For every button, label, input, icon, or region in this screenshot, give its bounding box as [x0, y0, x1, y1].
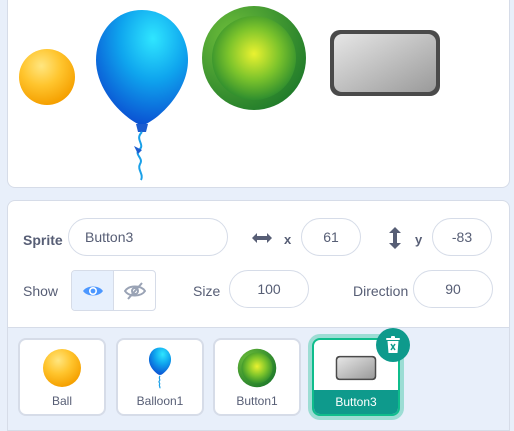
- x-arrows-icon: [252, 233, 272, 243]
- sprite-tile-label: Button3: [314, 390, 398, 414]
- direction-value: 90: [445, 281, 461, 297]
- delete-sprite-button[interactable]: [376, 328, 410, 362]
- ball-sprite[interactable]: [18, 48, 76, 106]
- size-label: Size: [193, 283, 221, 299]
- green-button-icon: [237, 348, 277, 388]
- y-input[interactable]: -83: [432, 218, 492, 256]
- balloon-sprite[interactable]: [94, 8, 190, 183]
- size-value: 100: [257, 281, 281, 297]
- size-input[interactable]: 100: [229, 270, 309, 308]
- sprite-tile-label: Ball: [51, 394, 72, 408]
- gray-button-icon: [335, 355, 377, 381]
- eye-icon: [82, 286, 103, 295]
- y-value: -83: [451, 229, 473, 245]
- sprite-info-panel: Sprite Button3 x 61 y -83 Show Size 100 …: [7, 200, 510, 328]
- sprite-tile-balloon1[interactable]: Balloon1: [116, 338, 204, 416]
- direction-input[interactable]: 90: [413, 270, 493, 308]
- sprite-name-value: Button3: [85, 229, 134, 245]
- gray-button-sprite[interactable]: [328, 28, 442, 98]
- show-label: Show: [23, 283, 59, 299]
- stage[interactable]: [7, 0, 510, 188]
- direction-label: Direction: [353, 283, 409, 299]
- y-label: y: [415, 232, 423, 247]
- x-label: x: [284, 232, 292, 247]
- show-toggle-group: [71, 270, 156, 311]
- sprite-list: Ball Balloon1 Button1 Button3: [7, 327, 510, 431]
- sprite-tile-button1[interactable]: Button1: [213, 338, 301, 416]
- sprite-tile-label: Button1: [236, 394, 278, 408]
- balloon-icon: [148, 347, 172, 389]
- green-button-sprite[interactable]: [200, 4, 308, 112]
- y-arrows-icon: [389, 227, 401, 249]
- x-value: 61: [323, 229, 339, 245]
- sprite-name-field[interactable]: Button3: [68, 218, 228, 256]
- show-visible-button[interactable]: [72, 271, 114, 310]
- sprite-tile-label: Balloon1: [136, 394, 184, 408]
- trash-icon: [386, 336, 400, 353]
- ball-icon: [43, 349, 81, 387]
- x-input[interactable]: 61: [301, 218, 361, 256]
- show-hidden-button[interactable]: [114, 271, 155, 310]
- sprite-tile-ball[interactable]: Ball: [18, 338, 106, 416]
- sprite-label: Sprite: [23, 232, 63, 248]
- eye-slash-icon: [123, 281, 146, 300]
